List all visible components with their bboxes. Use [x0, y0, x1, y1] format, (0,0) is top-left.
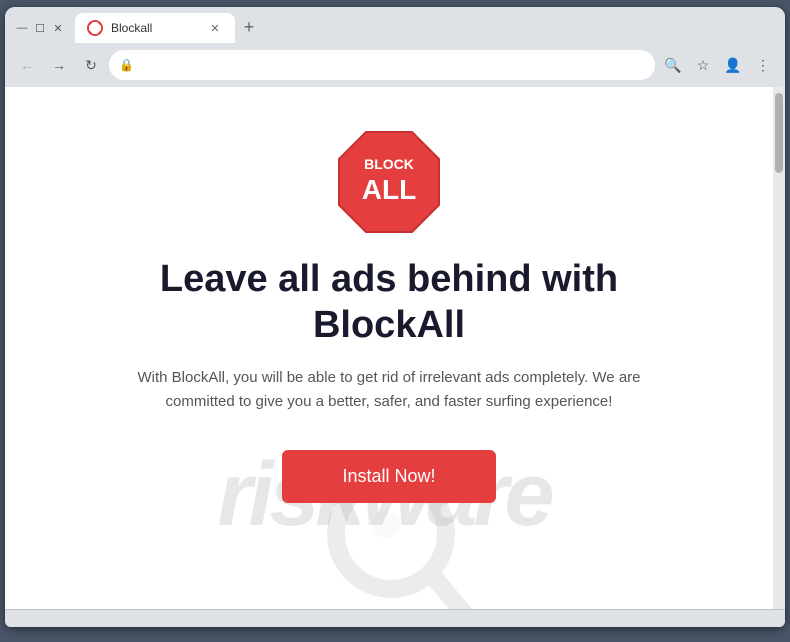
- bookmark-icon[interactable]: ☆: [689, 51, 717, 79]
- new-tab-button[interactable]: +: [235, 13, 263, 41]
- zoom-icon[interactable]: 🔍: [659, 51, 687, 79]
- nav-bar: ← → ↻ 🔒 🔍 ☆ 👤 ⋮: [5, 43, 785, 87]
- headline: Leave all ads behind with BlockAll: [109, 257, 669, 348]
- page-inner: riskware BLOCK ALL Leave all ads beh: [5, 87, 773, 609]
- svg-text:ALL: ALL: [362, 174, 416, 205]
- active-tab[interactable]: Blockall ✕: [75, 13, 235, 43]
- reload-button[interactable]: ↻: [77, 51, 105, 79]
- install-now-button[interactable]: Install Now!: [282, 450, 495, 503]
- restore-button[interactable]: ☐: [31, 19, 49, 37]
- lock-icon: 🔒: [119, 58, 134, 72]
- browser-window: — ☐ ✕ Blockall ✕ + ← →: [5, 7, 785, 627]
- tab-bar: Blockall ✕ +: [75, 13, 777, 43]
- back-button[interactable]: ←: [13, 51, 41, 79]
- menu-icon[interactable]: ⋮: [749, 51, 777, 79]
- toolbar-right: 🔍 ☆ 👤 ⋮: [659, 51, 777, 79]
- browser-body: riskware BLOCK ALL Leave all ads beh: [5, 87, 785, 609]
- forward-button[interactable]: →: [45, 51, 73, 79]
- subtext: With BlockAll, you will be able to get r…: [129, 366, 649, 414]
- scrollbar[interactable]: [773, 87, 785, 609]
- page-content: riskware BLOCK ALL Leave all ads beh: [5, 87, 773, 609]
- url-input[interactable]: [142, 58, 645, 73]
- profile-icon[interactable]: 👤: [719, 51, 747, 79]
- svg-text:BLOCK: BLOCK: [364, 156, 414, 172]
- title-bar: — ☐ ✕ Blockall ✕ +: [5, 7, 785, 43]
- stop-sign-logo: BLOCK ALL: [334, 127, 444, 237]
- status-bar: [5, 609, 785, 627]
- close-button[interactable]: ✕: [49, 19, 67, 37]
- minimize-button[interactable]: —: [13, 19, 31, 37]
- tab-close-button[interactable]: ✕: [207, 20, 223, 36]
- tab-favicon: [87, 20, 103, 36]
- window-controls: — ☐ ✕: [13, 19, 67, 43]
- tab-title: Blockall: [111, 21, 199, 35]
- address-bar[interactable]: 🔒: [109, 50, 655, 80]
- scroll-thumb[interactable]: [775, 93, 783, 173]
